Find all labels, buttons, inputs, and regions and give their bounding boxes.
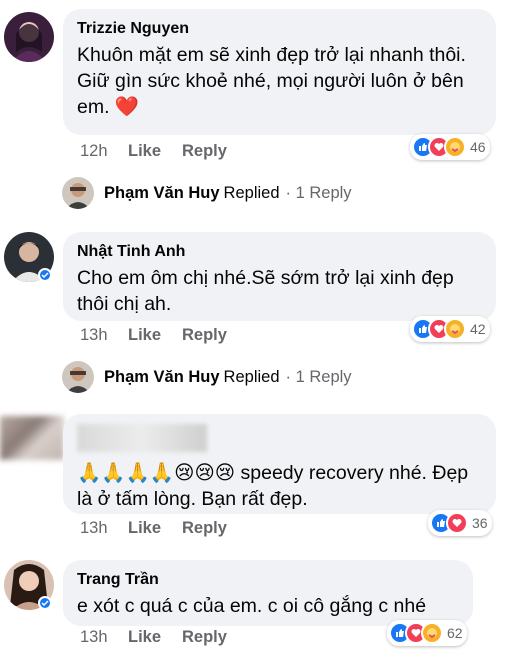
comment-author[interactable]: Trang Trần — [77, 570, 459, 590]
comment-text: Cho em ôm chị nhé.Sẽ sớm trở lại xinh đẹ… — [77, 267, 454, 315]
timestamp[interactable]: 13h — [80, 519, 128, 538]
comment-actions: 13h Like Reply — [80, 628, 227, 647]
avatar[interactable] — [0, 416, 64, 460]
comment-actions: 13h Like Reply — [80, 326, 227, 345]
love-icon — [446, 512, 468, 534]
reaction-count: 46 — [470, 139, 486, 155]
verified-badge-icon — [38, 596, 52, 610]
comment-text: 🙏🙏🙏🙏😢😢😢 speedy recovery nhé. Đẹp là ở tấ… — [77, 462, 469, 510]
replies-link[interactable]: Phạm Văn Huy Replied · 1 Reply — [62, 361, 352, 393]
care-icon — [444, 136, 466, 158]
comment-author[interactable]: Trizzie Nguyen — [77, 19, 482, 39]
reaction-summary[interactable]: 36 — [428, 510, 492, 536]
comment-bubble: Nhật Tinh Anh Cho em ôm chị nhé.Sẽ sớm t… — [63, 232, 496, 321]
reply-button[interactable]: Reply — [182, 326, 227, 345]
replied-label: Replied — [223, 183, 280, 202]
verified-badge-icon — [38, 268, 52, 282]
reply-button[interactable]: Reply — [182, 519, 227, 538]
comment-author[interactable]: Nhật Tinh Anh — [77, 242, 482, 262]
comment-author[interactable] — [77, 424, 207, 452]
timestamp[interactable]: 12h — [80, 142, 128, 161]
reply-author: Phạm Văn Huy — [104, 367, 220, 386]
avatar[interactable] — [4, 12, 54, 62]
reaction-summary[interactable]: 46 — [410, 134, 490, 160]
avatar — [62, 177, 94, 209]
reply-count: · 1 Reply — [285, 367, 352, 386]
avatar — [62, 361, 94, 393]
comment-text: e xót c quá c của em. c oi cô gắng c nhé — [77, 595, 427, 617]
like-button[interactable]: Like — [128, 628, 182, 647]
comment-bubble: Trizzie Nguyen Khuôn mặt em sẽ xinh đẹp … — [63, 9, 496, 135]
reaction-summary[interactable]: 42 — [410, 316, 490, 342]
comment-actions: 12h Like Reply — [80, 142, 227, 161]
reply-count: · 1 Reply — [285, 183, 352, 202]
reaction-count: 36 — [472, 515, 488, 531]
reply-button[interactable]: Reply — [182, 628, 227, 647]
replied-label: Replied — [223, 367, 280, 386]
like-button[interactable]: Like — [128, 326, 182, 345]
like-button[interactable]: Like — [128, 142, 182, 161]
comment-bubble: Trang Trần e xót c quá c của em. c oi cô… — [63, 560, 473, 626]
comment-actions: 13h Like Reply — [80, 519, 227, 538]
comment-bubble: 🙏🙏🙏🙏😢😢😢 speedy recovery nhé. Đẹp là ở tấ… — [63, 414, 496, 514]
reaction-summary[interactable]: 62 — [387, 620, 467, 646]
reaction-count: 62 — [447, 625, 463, 641]
care-icon — [444, 318, 466, 340]
replies-link[interactable]: Phạm Văn Huy Replied · 1 Reply — [62, 177, 352, 209]
reply-button[interactable]: Reply — [182, 142, 227, 161]
reaction-count: 42 — [470, 321, 486, 337]
timestamp[interactable]: 13h — [80, 628, 128, 647]
like-button[interactable]: Like — [128, 519, 182, 538]
care-icon — [421, 622, 443, 644]
comment-text: Khuôn mặt em sẽ xinh đẹp trở lại nhanh t… — [77, 44, 466, 118]
reply-author: Phạm Văn Huy — [104, 183, 220, 202]
timestamp[interactable]: 13h — [80, 326, 128, 345]
